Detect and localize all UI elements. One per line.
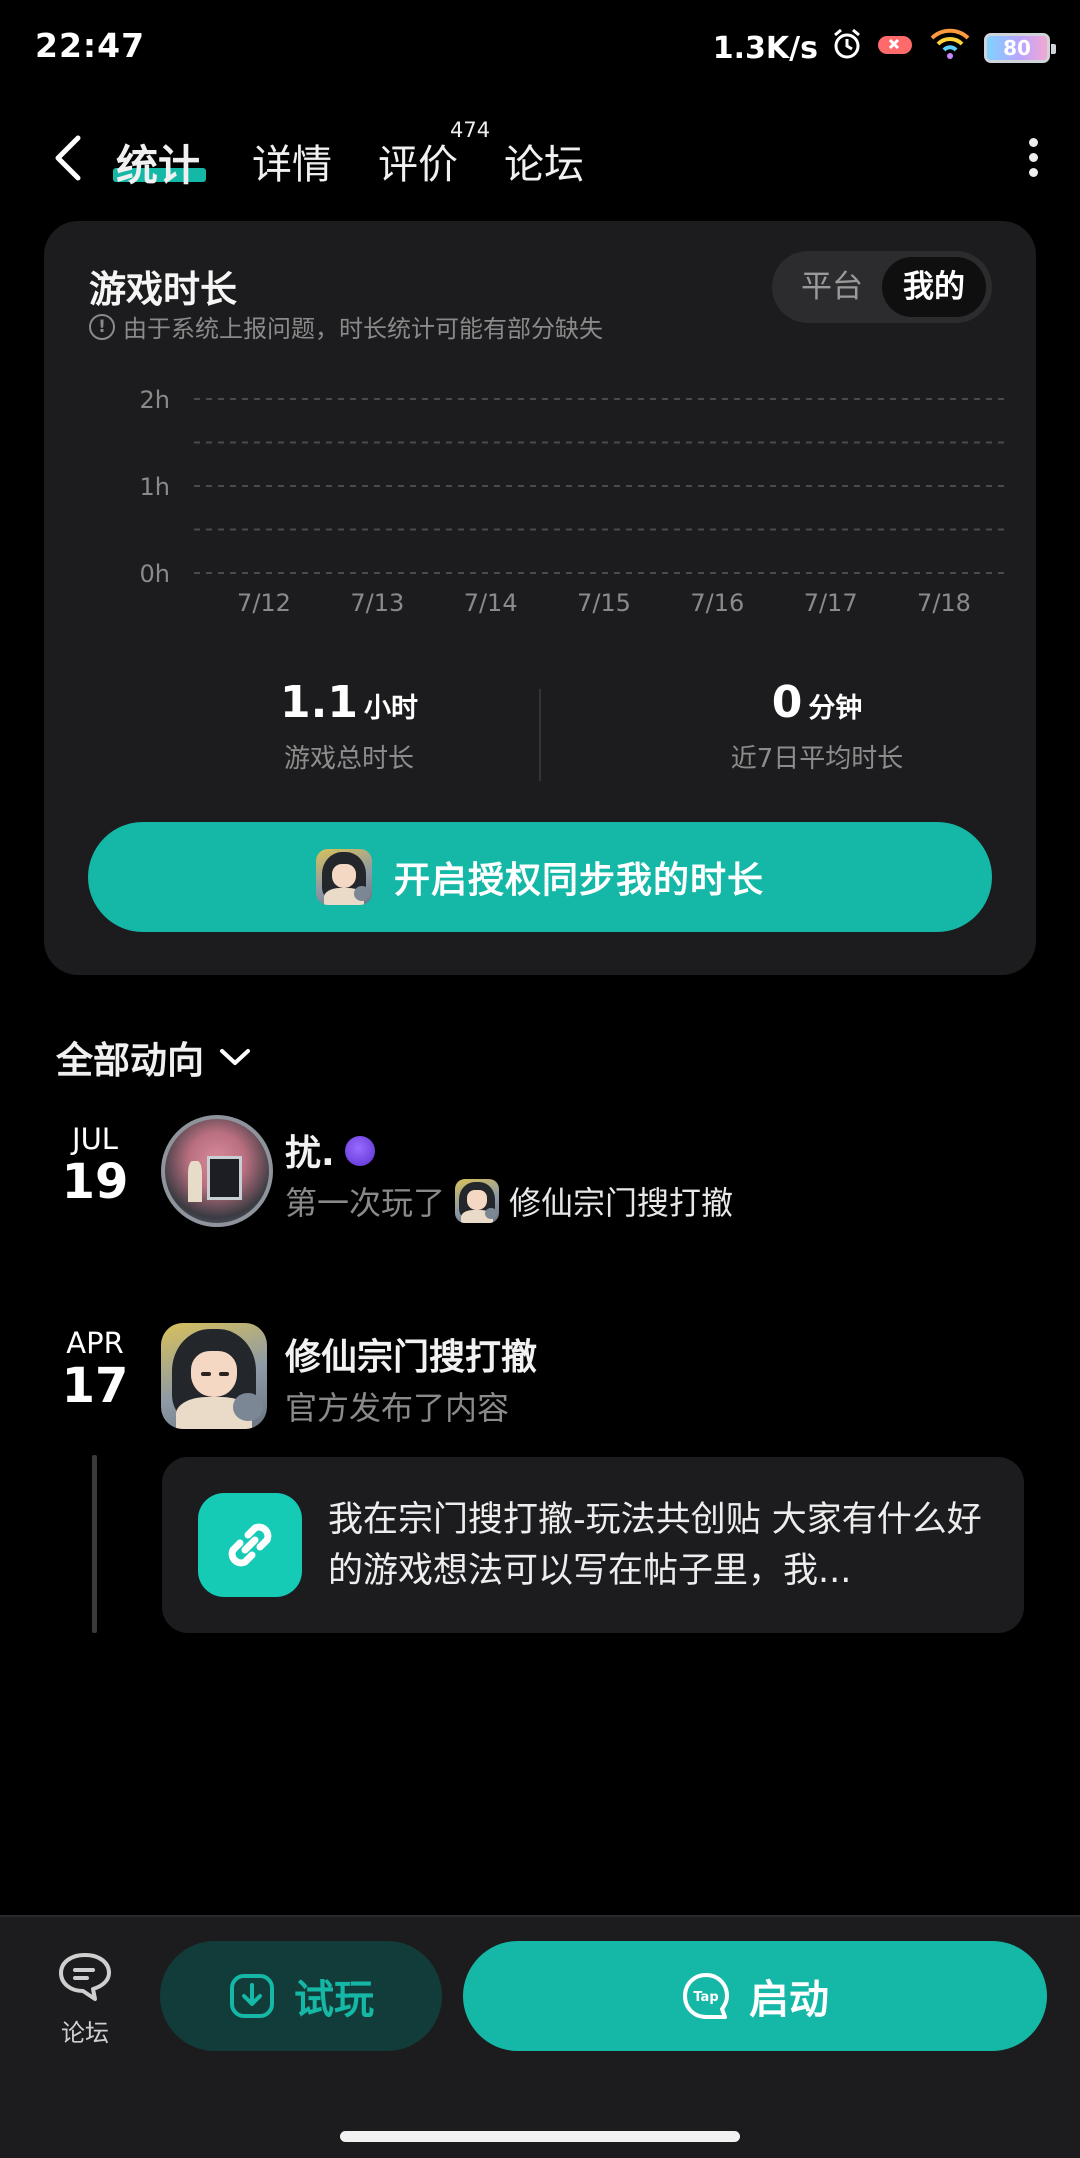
feed-date: APR 17 xyxy=(45,1326,145,1412)
feed-action: 第一次玩了 xyxy=(285,1184,446,1222)
x-tick-label: 7/15 xyxy=(577,589,631,617)
tab-stats[interactable]: 统计 xyxy=(116,132,200,193)
feed-date: JUL 19 xyxy=(45,1122,145,1208)
y-tick-label: 1h xyxy=(140,473,170,501)
scope-toggle: 平台 我的 xyxy=(772,251,992,323)
post-card[interactable]: 我在宗门搜打撤-玩法共创贴 大家有什么好的游戏想法可以写在帖子里，我... xyxy=(162,1457,1024,1633)
avg-time-value: 0 xyxy=(771,677,803,728)
tap-logo-icon: Tap xyxy=(683,1973,729,2019)
home-indicator[interactable] xyxy=(340,2131,740,2142)
total-time-value: 1.1 xyxy=(280,677,358,728)
user-badge-icon xyxy=(344,1136,375,1166)
status-bar: 22:47 1.3K/s 80 xyxy=(0,0,1080,96)
feed-game-name[interactable]: 修仙宗门搜打撤 xyxy=(509,1178,733,1224)
feed-date-month: JUL xyxy=(72,1122,118,1156)
status-time: 22:47 xyxy=(35,26,146,65)
total-time-unit: 小时 xyxy=(363,693,418,724)
total-time-stat: 1.1 小时 游戏总时长 xyxy=(154,677,544,775)
feed-game-title[interactable]: 修仙宗门搜打撤 xyxy=(285,1328,537,1380)
timeline-line xyxy=(92,1455,97,1633)
user-avatar[interactable] xyxy=(161,1115,273,1227)
forum-chat-icon xyxy=(59,1953,111,2001)
feed-action: 官方发布了内容 xyxy=(285,1389,510,1427)
total-time-label: 游戏总时长 xyxy=(283,744,414,774)
notice-text: 由于系统上报问题，时长统计可能有部分缺失 xyxy=(123,315,603,343)
card-title: 游戏时长 xyxy=(89,268,237,311)
try-play-button[interactable]: 试玩 xyxy=(160,1941,442,2051)
chevron-left-icon xyxy=(55,135,81,181)
feed-date-day: 19 xyxy=(61,1154,129,1210)
status-icons: 1.3K/s 80 xyxy=(712,26,1056,70)
post-preview-text: 我在宗门搜打撤-玩法共创贴 大家有什么好的游戏想法可以写在帖子里，我... xyxy=(328,1500,982,1591)
x-tick-label: 7/14 xyxy=(464,589,518,617)
tab-forum[interactable]: 论坛 xyxy=(504,132,584,190)
more-options-button[interactable] xyxy=(1026,138,1040,178)
game-icon xyxy=(315,849,372,905)
feed-date-month: APR xyxy=(66,1326,124,1360)
launch-button[interactable]: Tap 启动 xyxy=(463,1941,1047,2051)
download-icon xyxy=(230,1974,274,2018)
try-play-label: 试玩 xyxy=(294,1977,374,2023)
avg-time-stat: 0 分钟 近7日平均时长 xyxy=(622,677,1012,775)
notification-muted-icon xyxy=(876,30,916,66)
x-tick-label: 7/16 xyxy=(690,589,744,617)
stat-divider xyxy=(539,689,541,781)
reviews-count-badge: 474 xyxy=(450,118,491,142)
avg-time-unit: 分钟 xyxy=(808,693,863,724)
x-tick-label: 7/12 xyxy=(237,589,291,617)
tab-reviews[interactable]: 评价 xyxy=(378,132,458,190)
forum-button[interactable]: 论坛 xyxy=(40,1949,130,2048)
toggle-mine[interactable]: 我的 xyxy=(882,257,986,317)
toggle-platform[interactable]: 平台 xyxy=(780,257,884,317)
feed-activity: 第一次玩了 修仙宗门搜打撤 xyxy=(285,1178,733,1224)
forum-label: 论坛 xyxy=(61,2019,109,2047)
x-tick-label: 7/18 xyxy=(917,589,971,617)
tab-header: 统计 详情 评价 474 论坛 xyxy=(0,110,1080,206)
bottom-action-bar: 论坛 试玩 Tap 启动 xyxy=(0,1915,1080,2158)
avg-time-label: 近7日平均时长 xyxy=(730,744,904,774)
game-avatar[interactable] xyxy=(161,1323,267,1429)
battery-indicator: 80 xyxy=(984,33,1056,63)
back-button[interactable] xyxy=(48,130,88,186)
play-time-card: 游戏时长 ! 由于系统上报问题，时长统计可能有部分缺失 平台 我的 2h 1h 0h… xyxy=(44,221,1036,975)
alarm-icon xyxy=(830,27,864,69)
more-dot-icon xyxy=(1028,153,1038,162)
y-tick-label: 0h xyxy=(140,560,170,588)
x-tick-label: 7/17 xyxy=(804,589,858,617)
link-icon xyxy=(198,1493,302,1597)
authorize-sync-label: 开启授权同步我的时长 xyxy=(393,860,764,901)
more-dot-icon xyxy=(1028,168,1038,177)
launch-label: 启动 xyxy=(749,1977,829,2023)
feed-filter-dropdown[interactable]: 全部动向 xyxy=(56,1030,252,1084)
feed-activity: 官方发布了内容 xyxy=(285,1383,509,1429)
card-notice: ! 由于系统上报问题，时长统计可能有部分缺失 xyxy=(89,309,603,344)
feed-date-day: 17 xyxy=(61,1358,129,1414)
game-icon xyxy=(455,1179,500,1223)
chevron-down-icon xyxy=(220,1049,250,1065)
authorize-sync-button[interactable]: 开启授权同步我的时长 xyxy=(88,822,992,932)
user-name-text: 扰. xyxy=(285,1133,335,1174)
tab-details[interactable]: 详情 xyxy=(252,132,332,190)
play-time-chart: 2h 1h 0h 7/12 7/13 7/14 7/15 7/16 7/17 7/18 xyxy=(140,386,1008,617)
tap-logo-text: Tap xyxy=(693,1990,718,2005)
network-speed: 1.3K/s xyxy=(712,30,818,66)
info-icon: ! xyxy=(89,313,115,340)
wifi-icon xyxy=(928,26,972,70)
more-dot-icon xyxy=(1028,138,1038,147)
y-tick-label: 2h xyxy=(140,386,170,414)
feed-user-name[interactable]: 扰. xyxy=(285,1124,375,1176)
feed-filter-label: 全部动向 xyxy=(56,1039,204,1082)
x-tick-label: 7/13 xyxy=(350,589,404,617)
